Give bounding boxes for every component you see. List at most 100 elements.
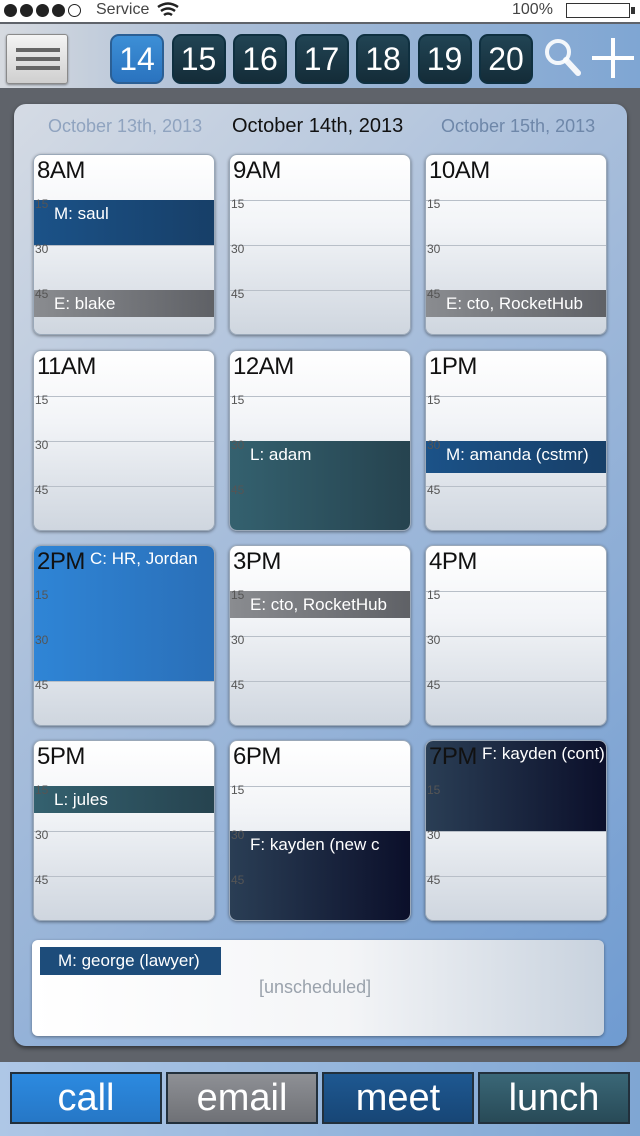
hour-slot-10am[interactable]: 10AM 15 30 45 E: cto, RocketHub — [425, 154, 607, 335]
quarter-label: 15 — [231, 783, 245, 797]
next-date[interactable]: October 15th, 2013 — [441, 116, 595, 137]
event-email[interactable]: E: blake — [34, 290, 214, 317]
event-lunch[interactable]: L: jules — [34, 786, 214, 813]
day-view-panel: October 13th, 2013 October 14th, 2013 Oc… — [14, 104, 627, 1046]
day-tab-15[interactable]: 15 — [171, 34, 226, 84]
carrier-name: Service — [96, 1, 150, 18]
event-email[interactable]: E: cto, RocketHub — [230, 591, 410, 618]
quarter-line — [34, 486, 214, 487]
quarter-label: 30 — [35, 633, 49, 647]
quarter-label: 15 — [427, 783, 441, 797]
quarter-line — [34, 831, 214, 832]
quarter-label: 30 — [427, 633, 441, 647]
quarter-line — [426, 681, 606, 682]
previous-date[interactable]: October 13th, 2013 — [48, 116, 202, 137]
hour-label: 4PM — [429, 548, 477, 575]
hour-label: 9AM — [233, 157, 281, 184]
quarter-label: 45 — [427, 873, 441, 887]
hour-slot-12am[interactable]: 12AM 15 30 45 L: adam — [229, 350, 411, 531]
add-icon[interactable] — [590, 36, 636, 85]
quarter-line — [426, 876, 606, 877]
quarter-label: 45 — [35, 873, 49, 887]
event-email[interactable]: E: cto, RocketHub — [426, 290, 606, 317]
quarter-label: 15 — [231, 588, 245, 602]
quarter-line — [34, 396, 214, 397]
quarter-line — [426, 831, 606, 832]
day-tab-19[interactable]: 19 — [417, 34, 472, 84]
day-tab-16[interactable]: 16 — [233, 34, 287, 84]
current-date: October 14th, 2013 — [232, 115, 404, 137]
quarter-label: 45 — [231, 873, 245, 887]
menu-button[interactable] — [6, 34, 68, 84]
hour-slot-8am[interactable]: 8AM 15 30 45 M: saul E: blake — [33, 154, 215, 335]
quarter-label: 15 — [35, 197, 49, 211]
quarter-label: 30 — [35, 438, 49, 452]
hour-slot-2pm[interactable]: 2PM 15 30 45 C: HR, Jordan — [33, 545, 215, 726]
quarter-label: 15 — [35, 783, 49, 797]
quarter-label: 45 — [231, 483, 245, 497]
hour-label: 11AM — [37, 353, 96, 380]
hour-label: 7PM — [429, 743, 477, 770]
event-meet[interactable]: M: amanda (cstmr) — [426, 441, 606, 473]
wifi-icon — [156, 2, 180, 23]
event-meet[interactable]: M: saul — [34, 200, 214, 245]
meet-button[interactable]: meet — [322, 1072, 474, 1124]
quarter-label: 45 — [427, 678, 441, 692]
quarter-label: 45 — [427, 483, 441, 497]
hour-label: 3PM — [233, 548, 281, 575]
quarter-line — [230, 396, 410, 397]
day-tab-14[interactable]: 14 — [110, 34, 164, 84]
quarter-label: 45 — [35, 678, 49, 692]
quarter-label: 45 — [35, 483, 49, 497]
quarter-line — [426, 245, 606, 246]
quarter-line — [426, 591, 606, 592]
hour-label: 8AM — [37, 157, 85, 184]
hour-slot-4pm[interactable]: 4PM 15 30 45 — [425, 545, 607, 726]
hour-slot-5pm[interactable]: 5PM 15 30 45 L: jules — [33, 740, 215, 921]
hour-slot-11am[interactable]: 11AM 15 30 45 — [33, 350, 215, 531]
quarter-label: 30 — [231, 242, 245, 256]
signal-strength-icon — [4, 4, 81, 17]
quarter-label: 30 — [427, 438, 441, 452]
quarter-line — [34, 441, 214, 442]
top-toolbar: 14 15 16 17 18 19 20 — [0, 24, 640, 90]
quarter-line — [34, 245, 214, 246]
hour-slot-1pm[interactable]: 1PM 15 30 45 M: amanda (cstmr) — [425, 350, 607, 531]
battery-icon — [566, 3, 635, 18]
hour-slot-6pm[interactable]: 6PM 15 30 45 F: kayden (new c — [229, 740, 411, 921]
quarter-label: 15 — [427, 393, 441, 407]
quarter-line — [426, 396, 606, 397]
event-lunch[interactable]: L: adam — [230, 441, 410, 530]
hour-slot-7pm[interactable]: 7PM 15 30 45 F: kayden (cont) — [425, 740, 607, 921]
email-button[interactable]: email — [166, 1072, 318, 1124]
quarter-line — [34, 876, 214, 877]
quarter-label: 30 — [231, 438, 245, 452]
quarter-label: 30 — [231, 828, 245, 842]
quarter-line — [230, 681, 410, 682]
quarter-label: 45 — [231, 287, 245, 301]
search-icon[interactable] — [544, 38, 582, 83]
action-bar: call email meet lunch — [0, 1062, 640, 1136]
quarter-label: 45 — [427, 287, 441, 301]
quarter-line — [230, 636, 410, 637]
hour-label: 5PM — [37, 743, 85, 770]
lunch-button[interactable]: lunch — [478, 1072, 630, 1124]
day-tab-20[interactable]: 20 — [479, 34, 533, 84]
day-tab-18[interactable]: 18 — [356, 34, 410, 84]
quarter-label: 15 — [231, 197, 245, 211]
quarter-line — [34, 681, 214, 682]
unscheduled-event[interactable]: M: george (lawyer) — [40, 947, 221, 975]
quarter-label: 45 — [35, 287, 49, 301]
status-bar: Service 100% — [0, 0, 640, 22]
quarter-label: 30 — [427, 242, 441, 256]
day-tab-17[interactable]: 17 — [294, 34, 349, 84]
unscheduled-area[interactable]: M: george (lawyer) [unscheduled] — [32, 940, 604, 1036]
quarter-line — [426, 486, 606, 487]
event-followup[interactable]: F: kayden (new c — [230, 831, 410, 920]
hour-label: 12AM — [233, 353, 294, 380]
unscheduled-label: [unscheduled] — [259, 977, 372, 997]
quarter-label: 15 — [35, 393, 49, 407]
hour-slot-3pm[interactable]: 3PM 15 30 45 E: cto, RocketHub — [229, 545, 411, 726]
call-button[interactable]: call — [10, 1072, 162, 1124]
hour-slot-9am[interactable]: 9AM 15 30 45 — [229, 154, 411, 335]
